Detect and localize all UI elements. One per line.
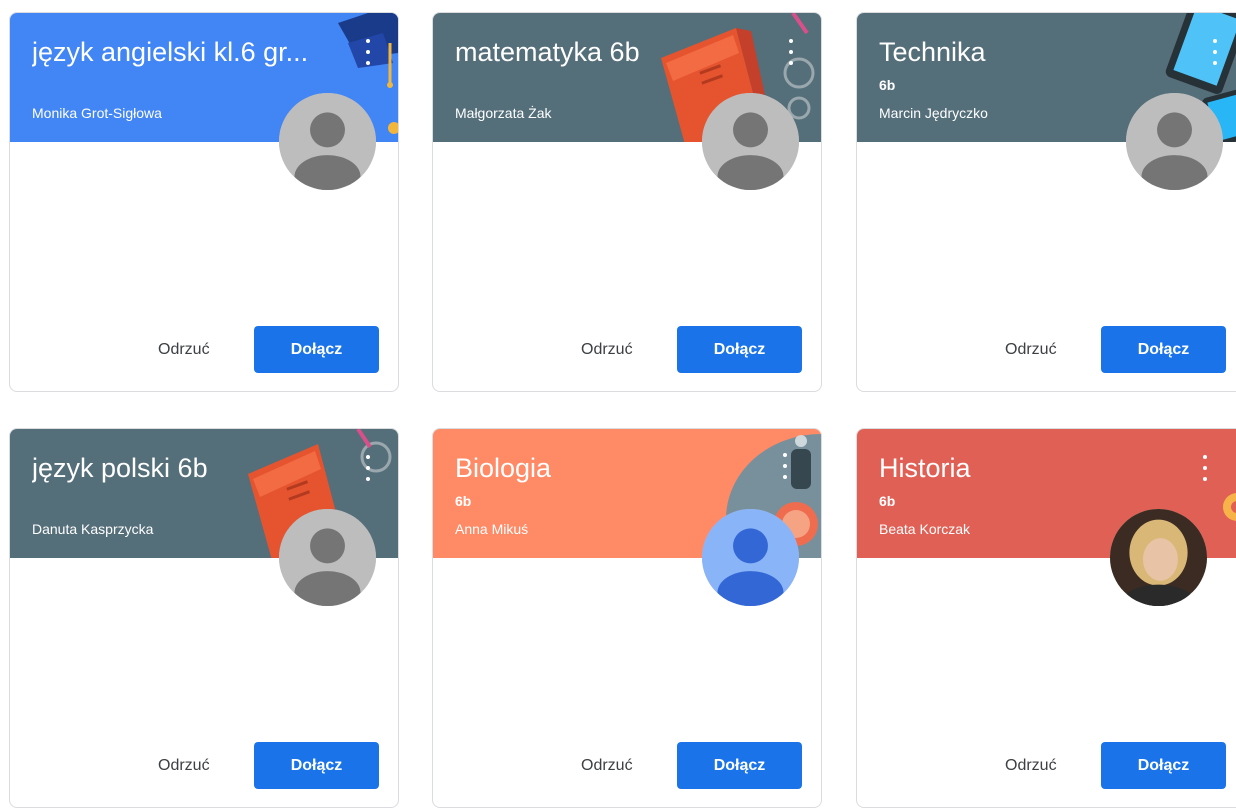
class-title[interactable]: Technika [879, 35, 1167, 69]
class-card[interactable]: Technika 6b Marcin Jędryczko Odrzuć Dołą… [856, 12, 1236, 392]
reject-button[interactable]: Odrzuć [158, 746, 238, 786]
person-icon [1126, 93, 1223, 190]
more-vert-icon[interactable] [1199, 455, 1211, 481]
teacher-name: Marcin Jędryczko [879, 105, 988, 121]
more-vert-icon[interactable] [779, 453, 791, 479]
class-card[interactable]: język angielski kl.6 gr... Monika Grot-S… [9, 12, 399, 392]
teacher-avatar [702, 93, 799, 190]
class-card[interactable]: Biologia 6b Anna Mikuś Odrzuć Dołącz [432, 428, 822, 808]
class-section: 6b [879, 77, 896, 93]
class-title[interactable]: język polski 6b [32, 451, 318, 485]
class-title[interactable]: Historia [879, 451, 1167, 485]
more-vert-icon[interactable] [785, 39, 797, 65]
class-card[interactable]: język polski 6b Danuta Kasprzycka Odrzuć… [9, 428, 399, 808]
reject-button[interactable]: Odrzuć [581, 330, 661, 370]
class-card[interactable]: Historia 6b Beata Korczak Odrzuć Dołącz [856, 428, 1236, 808]
reject-button[interactable]: Odrzuć [158, 330, 238, 370]
teacher-name: Małgorzata Żak [455, 105, 552, 121]
teacher-avatar [279, 509, 376, 606]
teacher-name: Monika Grot-Sigłowa [32, 105, 162, 121]
join-button[interactable]: Dołącz [254, 326, 379, 373]
reject-button[interactable]: Odrzuć [1005, 330, 1085, 370]
class-section: 6b [879, 493, 896, 509]
class-section: 6b [455, 493, 472, 509]
class-title[interactable]: język angielski kl.6 gr... [32, 35, 318, 69]
more-vert-icon[interactable] [1209, 39, 1221, 65]
reject-button[interactable]: Odrzuć [1005, 746, 1085, 786]
teacher-name: Beata Korczak [879, 521, 971, 537]
teacher-avatar [702, 509, 799, 606]
person-icon [702, 509, 799, 606]
person-icon [702, 93, 799, 190]
join-button[interactable]: Dołącz [254, 742, 379, 789]
teacher-photo [1110, 509, 1207, 606]
class-title[interactable]: matematyka 6b [455, 35, 741, 69]
join-button[interactable]: Dołącz [1101, 326, 1226, 373]
join-button[interactable]: Dołącz [677, 326, 802, 373]
teacher-name: Anna Mikuś [455, 521, 529, 537]
teacher-avatar [279, 93, 376, 190]
class-card[interactable]: matematyka 6b Małgorzata Żak Odrzuć Dołą… [432, 12, 822, 392]
more-vert-icon[interactable] [362, 455, 374, 481]
join-button[interactable]: Dołącz [677, 742, 802, 789]
more-vert-icon[interactable] [362, 39, 374, 65]
reject-button[interactable]: Odrzuć [581, 746, 661, 786]
teacher-name: Danuta Kasprzycka [32, 521, 154, 537]
join-button[interactable]: Dołącz [1101, 742, 1226, 789]
teacher-avatar [1126, 93, 1223, 190]
teacher-photo-image [1110, 509, 1207, 606]
person-icon [279, 93, 376, 190]
class-title[interactable]: Biologia [455, 451, 741, 485]
person-icon [279, 509, 376, 606]
